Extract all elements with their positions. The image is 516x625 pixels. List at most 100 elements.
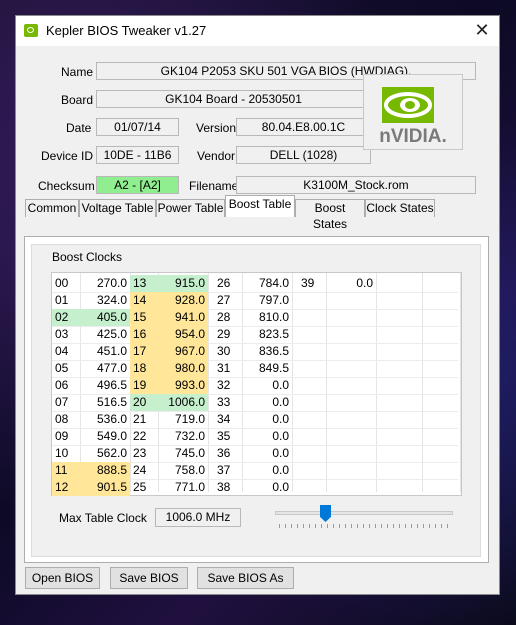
tab-clock-states[interactable]: Clock States <box>365 199 435 217</box>
boost-state-index: 39 <box>301 276 315 290</box>
tab-boost-table[interactable]: Boost Table <box>225 195 295 217</box>
save-bios-as-button[interactable]: Save BIOS As <box>197 567 294 589</box>
boost-clock-value[interactable]: 980.0 <box>158 360 208 377</box>
boost-clock-value[interactable]: 536.0 <box>80 411 130 428</box>
nvidia-eye-icon: nVIDIA. <box>379 87 447 147</box>
boost-state-index: 11 <box>52 462 80 479</box>
boost-clock-value[interactable]: 836.5 <box>242 343 292 360</box>
boost-state-index: 03 <box>55 327 69 341</box>
boost-clock-value[interactable]: 425.0 <box>80 326 130 343</box>
grid-column-separator <box>326 273 327 492</box>
boost-clock-value[interactable]: 849.5 <box>242 360 292 377</box>
boost-state-index: 05 <box>55 361 69 375</box>
boost-state-index: 23 <box>133 446 147 460</box>
boost-clock-value[interactable]: 784.0 <box>242 275 292 292</box>
nvidia-app-icon <box>24 24 38 37</box>
tab-boost-states[interactable]: Boost States <box>295 199 365 231</box>
max-clock-slider-track[interactable] <box>275 511 453 515</box>
boost-state-index: 26 <box>217 276 231 290</box>
boost-state-index: 13 <box>130 275 158 292</box>
boost-state-index: 00 <box>55 276 69 290</box>
boost-clock-value[interactable]: 823.5 <box>242 326 292 343</box>
boost-clock-value[interactable]: 0.0 <box>242 479 292 496</box>
boost-state-index: 24 <box>133 463 147 477</box>
boost-clock-value[interactable]: 0.0 <box>242 394 292 411</box>
version-field: 80.04.E8.00.1C <box>236 118 371 136</box>
boost-clock-value[interactable]: 941.0 <box>158 309 208 326</box>
boost-state-index: 21 <box>133 412 147 426</box>
boost-clock-value[interactable]: 0.0 <box>242 445 292 462</box>
boost-clock-value[interactable]: 516.5 <box>80 394 130 411</box>
boost-clock-value[interactable]: 405.0 <box>80 309 130 326</box>
boost-clock-value[interactable]: 915.0 <box>158 275 208 292</box>
boost-clock-value[interactable]: 771.0 <box>158 479 208 496</box>
grid-column-separator <box>422 273 423 492</box>
boost-state-index: 25 <box>133 480 147 494</box>
nvidia-logo-text: nVIDIA. <box>379 126 447 147</box>
boost-clock-value[interactable]: 928.0 <box>158 292 208 309</box>
tab-common[interactable]: Common <box>25 199 79 217</box>
boost-state-index: 36 <box>217 446 231 460</box>
boost-clock-value[interactable]: 993.0 <box>158 377 208 394</box>
boost-clock-value[interactable]: 732.0 <box>158 428 208 445</box>
boost-clock-value[interactable]: 270.0 <box>80 275 130 292</box>
title-bar: Kepler BIOS Tweaker v1.27 ✕ <box>16 16 499 46</box>
tab-voltage-table[interactable]: Voltage Table <box>79 199 156 217</box>
boost-clock-value[interactable]: 477.0 <box>80 360 130 377</box>
boost-state-index: 07 <box>55 395 69 409</box>
boost-clock-value[interactable]: 496.5 <box>80 377 130 394</box>
boost-clock-value[interactable]: 0.0 <box>242 428 292 445</box>
boost-table-grid: 00 270.0 01 324.0 02 405.0 03 425.0 04 451.0 05 477… <box>51 272 462 496</box>
boost-clock-value[interactable]: 954.0 <box>158 326 208 343</box>
grid-column-separator <box>460 273 461 492</box>
boost-clock-value[interactable]: 888.5 <box>80 462 130 479</box>
checksum-field: A2 - [A2] <box>96 176 179 194</box>
boost-clock-value[interactable]: 901.5 <box>80 479 130 496</box>
save-bios-button[interactable]: Save BIOS <box>110 567 188 589</box>
boost-state-index: 34 <box>217 412 231 426</box>
boost-state-index: 04 <box>55 344 69 358</box>
device-id-field: 10DE - 11B6 <box>96 146 179 164</box>
close-icon[interactable]: ✕ <box>465 16 499 46</box>
board-label: Board <box>61 93 94 107</box>
device-id-label: Device ID <box>41 149 94 163</box>
filename-field: K3100M_Stock.rom <box>236 176 476 194</box>
boost-state-index: 16 <box>130 326 158 343</box>
date-field: 01/07/14 <box>96 118 179 136</box>
boost-clock-value[interactable]: 719.0 <box>158 411 208 428</box>
boost-clock-value[interactable]: 549.0 <box>80 428 130 445</box>
boost-state-index: 18 <box>130 360 158 377</box>
vendor-label: Vendor <box>197 149 236 163</box>
name-label: Name <box>61 65 94 79</box>
boost-state-index: 32 <box>217 378 231 392</box>
boost-state-index: 15 <box>130 309 158 326</box>
boost-clock-value[interactable]: 0.0 <box>242 377 292 394</box>
boost-clock-value[interactable]: 745.0 <box>158 445 208 462</box>
boost-state-index: 20 <box>130 394 158 411</box>
tab-power-table[interactable]: Power Table <box>156 199 225 217</box>
boost-state-index: 10 <box>55 446 69 460</box>
boost-clock-value[interactable]: 451.0 <box>80 343 130 360</box>
boost-clock-value[interactable]: 0.0 <box>242 411 292 428</box>
boost-state-index: 30 <box>217 344 231 358</box>
version-label: Version <box>196 121 237 135</box>
boost-clock-value[interactable]: 1006.0 <box>158 394 208 411</box>
boost-clock-value[interactable]: 324.0 <box>80 292 130 309</box>
boost-clock-value[interactable]: 0.0 <box>242 462 292 479</box>
boost-clock-value[interactable]: 758.0 <box>158 462 208 479</box>
grid-column-separator <box>208 273 209 492</box>
boost-clock-value[interactable]: 810.0 <box>242 309 292 326</box>
date-label: Date <box>66 121 92 135</box>
boost-clock-value[interactable]: 562.0 <box>80 445 130 462</box>
boost-state-index: 09 <box>55 429 69 443</box>
boost-state-index: 06 <box>55 378 69 392</box>
boost-clock-value[interactable]: 967.0 <box>158 343 208 360</box>
boost-clock-value[interactable]: 797.0 <box>242 292 292 309</box>
slider-ticks <box>279 524 451 528</box>
open-bios-button[interactable]: Open BIOS <box>25 567 100 589</box>
checksum-label: Checksum <box>38 179 95 193</box>
boost-state-index: 37 <box>217 463 231 477</box>
boost-state-index: 12 <box>52 479 80 496</box>
boost-clock-value[interactable]: 0.0 <box>326 275 376 292</box>
boost-state-index: 22 <box>133 429 147 443</box>
